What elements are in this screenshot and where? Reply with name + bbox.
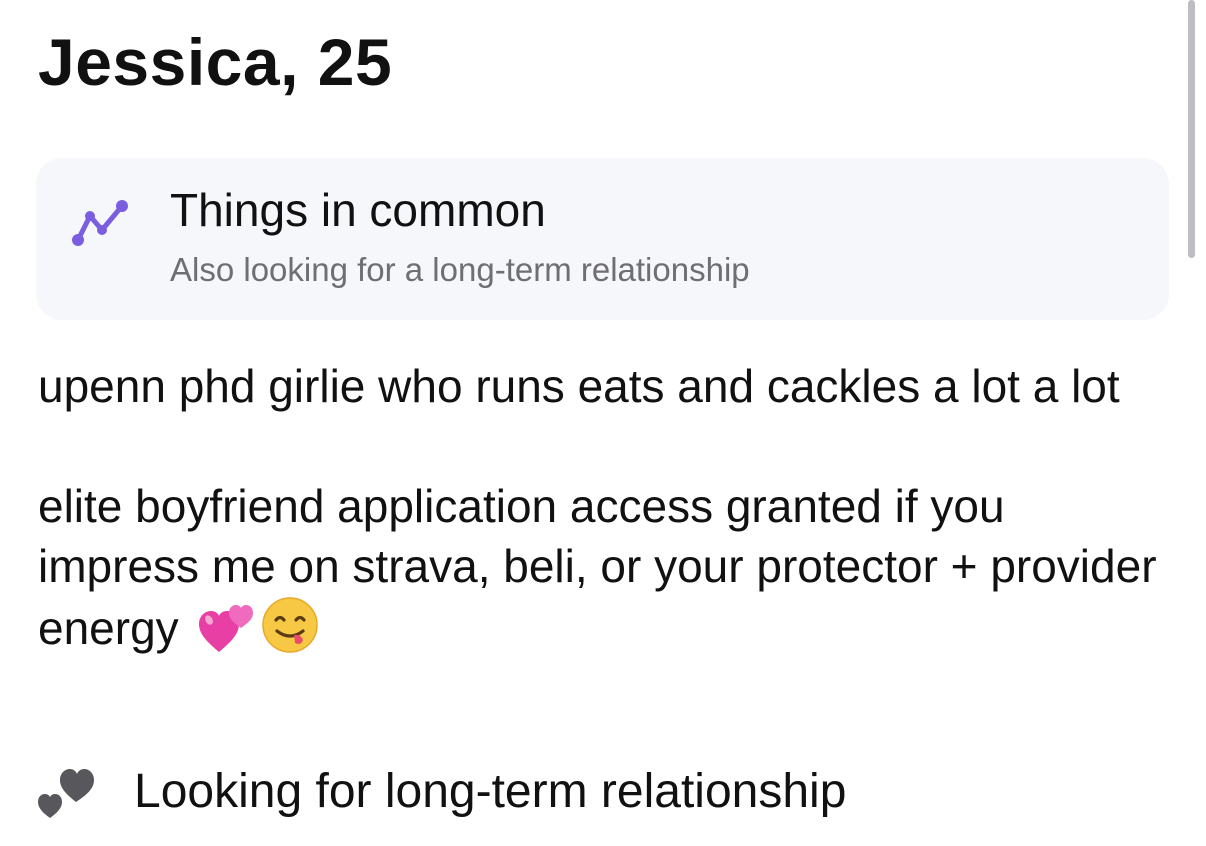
profile-bio: upenn phd girlie who runs eats and cackl… [38, 356, 1168, 668]
yum-face-emoji [261, 596, 319, 668]
connection-graph-icon [72, 198, 130, 250]
scrollbar[interactable] [1188, 0, 1195, 258]
bio-paragraph-2: elite boyfriend application access grant… [38, 476, 1168, 668]
things-in-common-title: Things in common [170, 184, 546, 236]
profile-name-heading: Jessica, 25 [38, 25, 393, 99]
two-hearts-icon [36, 762, 98, 820]
relationship-goal-row: Looking for long-term relationship [36, 760, 1136, 824]
profile-page: Jessica, 25 Things in common Also lookin… [0, 0, 1206, 846]
relationship-goal-label: Looking for long-term relationship [134, 765, 847, 818]
bio-paragraph-1: upenn phd girlie who runs eats and cackl… [38, 356, 1168, 416]
things-in-common-subtitle: Also looking for a long-term relationshi… [170, 251, 750, 288]
things-in-common-card[interactable]: Things in common Also looking for a long… [36, 158, 1169, 320]
bio-text-1: upenn phd girlie who runs eats and cackl… [38, 360, 1120, 412]
two-hearts-emoji [197, 602, 255, 668]
